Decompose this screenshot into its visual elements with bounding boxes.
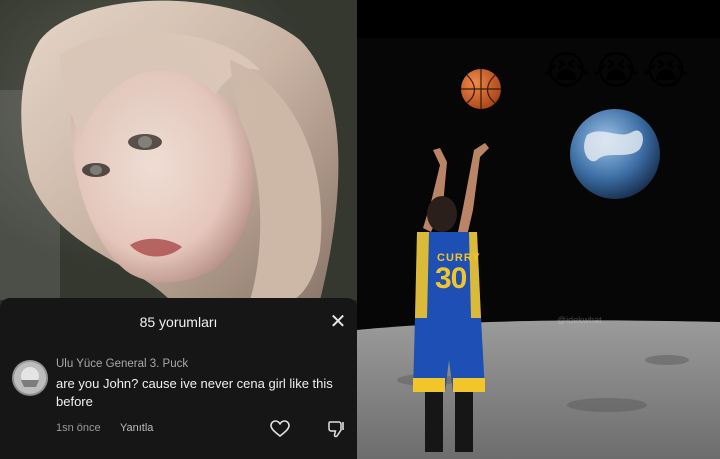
moon-surface bbox=[357, 320, 720, 459]
crying-face-icon: 😭 bbox=[592, 49, 640, 93]
avatar-image bbox=[14, 362, 46, 394]
close-icon[interactable]: ✕ bbox=[328, 312, 348, 332]
thumbs-down-icon[interactable] bbox=[328, 420, 346, 438]
crying-face-icon: 😭 bbox=[543, 49, 590, 93]
heart-icon[interactable] bbox=[270, 420, 290, 438]
comment-username[interactable]: Ulu Yüce General 3. Puck bbox=[56, 358, 188, 370]
moon-meme-image: 😭 😭 😭 CURRY 30 @idekwhat bbox=[357, 0, 720, 459]
watermark: @idekwhat bbox=[557, 315, 602, 325]
jersey-number: 30 bbox=[435, 262, 467, 295]
comment-timestamp: 1sn önce bbox=[56, 422, 101, 434]
reply-button[interactable]: Yanıtla bbox=[120, 422, 153, 434]
avatar[interactable] bbox=[12, 360, 48, 396]
comment-text: are you John? cause ive never cena girl … bbox=[56, 376, 333, 409]
comments-sheet: 85 yorumları ✕ Ulu Yüce General 3. Puck … bbox=[0, 298, 357, 459]
selfie-photo-panel: 85 yorumları ✕ Ulu Yüce General 3. Puck … bbox=[0, 0, 357, 459]
crying-emoji-row: 😭 😭 😭 bbox=[543, 48, 689, 94]
crying-face-icon: 😭 bbox=[642, 49, 690, 93]
comments-count-title: 85 yorumları bbox=[139, 314, 218, 330]
photo-lighting bbox=[0, 0, 357, 300]
